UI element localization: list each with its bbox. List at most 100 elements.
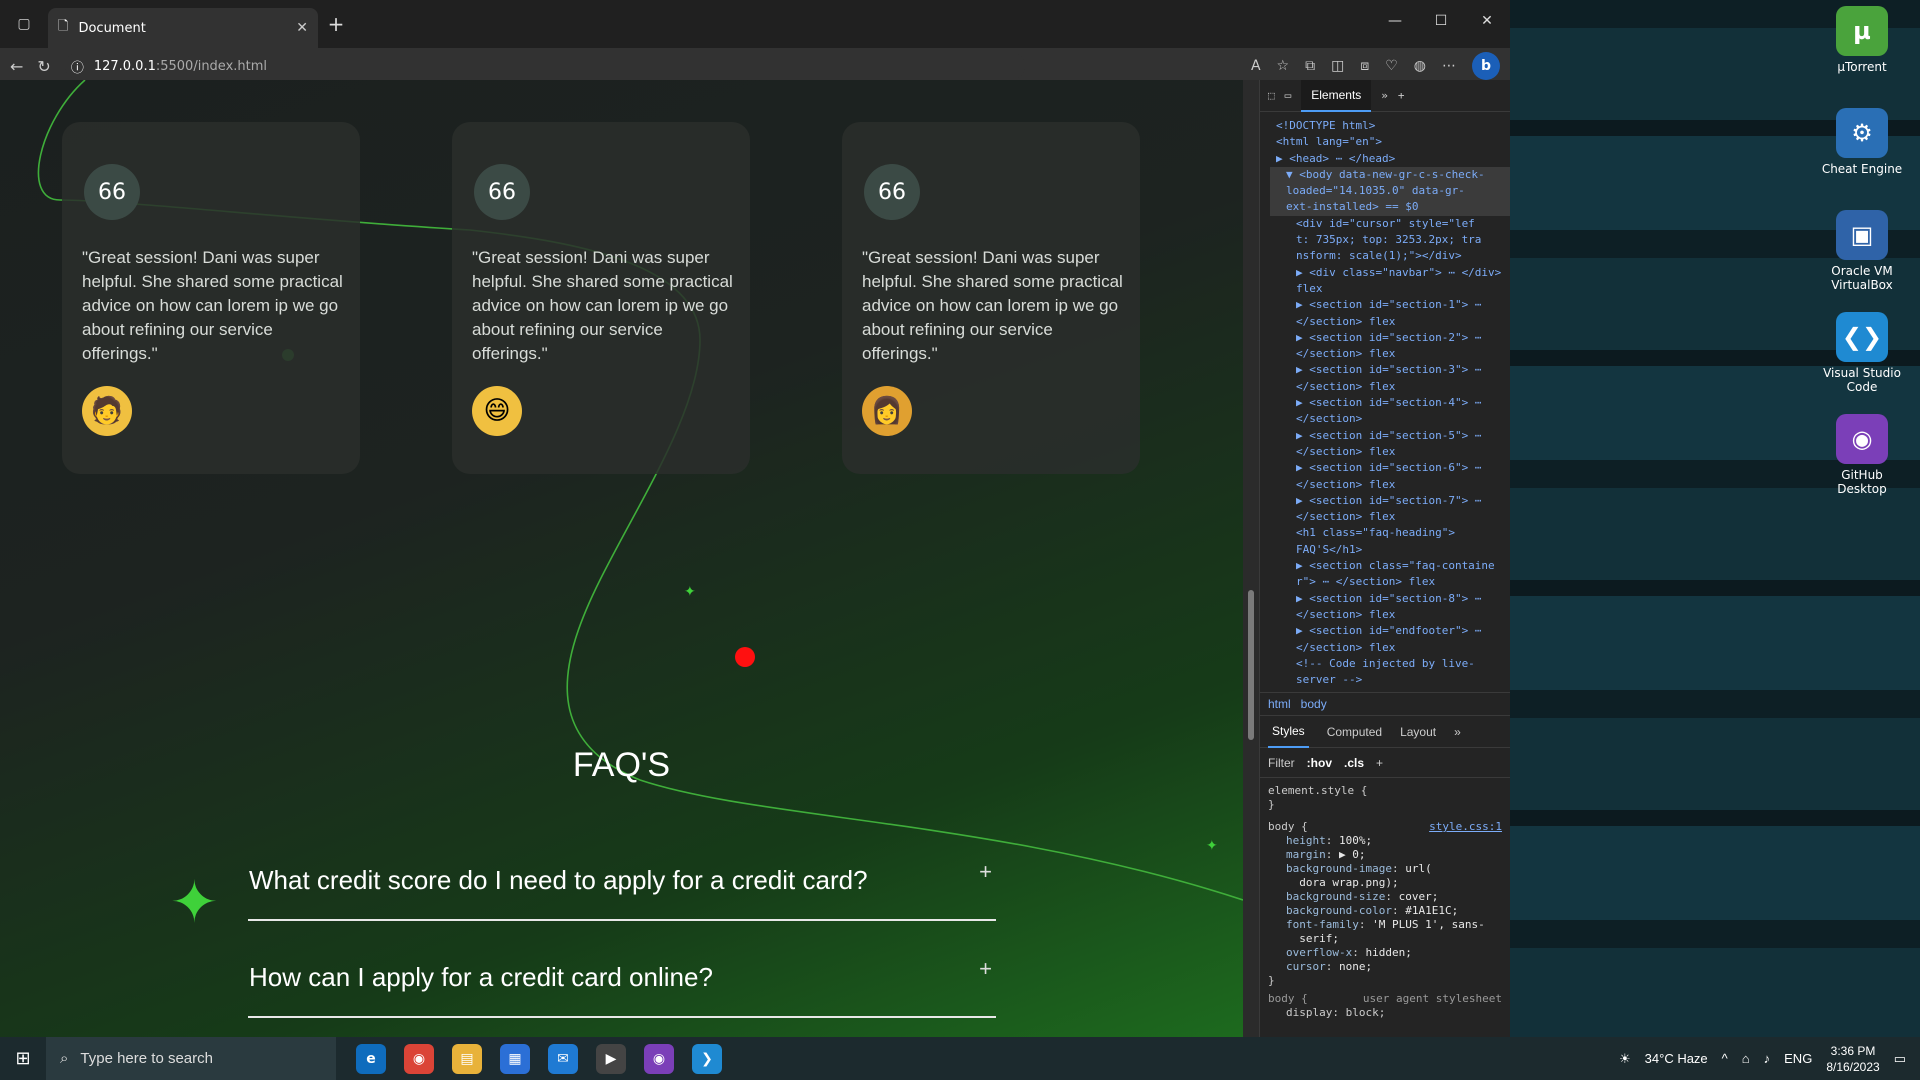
dom-node-line[interactable]: </section> flex: [1270, 379, 1510, 395]
cls-toggle[interactable]: .cls: [1344, 756, 1364, 770]
volume-icon[interactable]: ♪: [1764, 1051, 1771, 1066]
new-tab-button[interactable]: +: [318, 6, 354, 42]
vscode-taskbar-icon[interactable]: ❯: [692, 1043, 722, 1074]
weather-text[interactable]: 34°C Haze: [1645, 1051, 1708, 1066]
clock[interactable]: 3:36 PM 8/16/2023: [1826, 1043, 1879, 1075]
file-explorer-icon[interactable]: ▤: [452, 1043, 482, 1074]
add-tab-icon[interactable]: +: [1398, 89, 1405, 102]
chrome-icon[interactable]: ◉: [404, 1043, 434, 1074]
desktop-shortcut[interactable]: ❮❯ Visual Studio Code: [1818, 312, 1906, 406]
css-property[interactable]: background-color: #1A1E1C;: [1268, 904, 1502, 918]
more-panels-icon[interactable]: »: [1454, 725, 1461, 739]
dom-node-line[interactable]: </section> flex: [1270, 346, 1510, 362]
dom-node-line[interactable]: ext-installed> == $0: [1270, 199, 1510, 216]
dom-node-line[interactable]: r"> ⋯ </section> flex: [1270, 574, 1510, 590]
dom-node-line[interactable]: t: 735px; top: 3253.2px; tra: [1270, 232, 1510, 248]
scrollbar-thumb[interactable]: [1248, 590, 1254, 740]
dom-node-line[interactable]: server -->: [1270, 672, 1510, 688]
hov-toggle[interactable]: :hov: [1307, 756, 1332, 770]
dom-node-line[interactable]: ▶ <section id="section-6"> ⋯: [1270, 460, 1510, 476]
tab-layout[interactable]: Layout: [1400, 725, 1436, 739]
dom-node-line[interactable]: ▶ <section id="section-3"> ⋯: [1270, 362, 1510, 378]
profile-icon[interactable]: ◍: [1414, 58, 1426, 74]
dom-node-line[interactable]: ▼ <body data-new-gr-c-s-check-: [1270, 166, 1510, 184]
dom-node-line[interactable]: </section> flex: [1270, 314, 1510, 330]
dom-node-line[interactable]: <div id="cursor" style="lef: [1270, 216, 1510, 232]
dom-node-line[interactable]: <!-- Code injected by live-: [1270, 656, 1510, 672]
dom-node-line[interactable]: <h1 class="faq-heading">: [1270, 525, 1510, 541]
css-property[interactable]: background-size: cover;: [1268, 890, 1502, 904]
crumb-html[interactable]: html: [1268, 697, 1291, 711]
desktop-shortcut[interactable]: µ µTorrent: [1818, 6, 1906, 100]
split-screen-icon[interactable]: ◫: [1331, 58, 1344, 74]
favorite-star-icon[interactable]: ☆: [1277, 58, 1290, 74]
mail-icon[interactable]: ✉: [548, 1043, 578, 1074]
dom-node-line[interactable]: </section> flex: [1270, 607, 1510, 623]
dom-node-line[interactable]: flex: [1270, 281, 1510, 297]
css-property[interactable]: overflow-x: hidden;: [1268, 946, 1502, 960]
taskbar-search[interactable]: ⌕ Type here to search: [46, 1037, 336, 1080]
tab-styles[interactable]: Styles: [1268, 716, 1309, 748]
faq-item[interactable]: How can I apply for a credit card online…: [248, 956, 996, 1018]
css-property[interactable]: height: 100%;: [1268, 834, 1502, 848]
github-desktop-taskbar-icon[interactable]: ◉: [644, 1043, 674, 1074]
faq-item[interactable]: What credit score do I need to apply for…: [248, 859, 996, 921]
dom-node-line[interactable]: </section> flex: [1270, 477, 1510, 493]
dom-node-line[interactable]: ▶ <section id="section-4"> ⋯: [1270, 395, 1510, 411]
expand-icon[interactable]: +: [979, 956, 992, 982]
dom-node-line[interactable]: nsform: scale(1);"></div>: [1270, 248, 1510, 264]
tab-actions-icon[interactable]: ▢: [0, 0, 48, 48]
dom-node-line[interactable]: </section> flex: [1270, 444, 1510, 460]
browser-tab[interactable]: 🗋 Document ✕: [48, 8, 318, 48]
filter-input[interactable]: Filter: [1268, 756, 1295, 770]
bing-icon[interactable]: b: [1472, 52, 1500, 80]
expand-icon[interactable]: +: [979, 859, 992, 885]
css-property[interactable]: cursor: none;: [1268, 960, 1502, 974]
css-property[interactable]: dora wrap.png);: [1268, 876, 1502, 890]
minimize-icon[interactable]: —: [1372, 0, 1418, 42]
back-icon[interactable]: ←: [10, 57, 23, 76]
dom-tree[interactable]: <!DOCTYPE html> <html lang="en"> ▶ <head> …: [1260, 112, 1510, 692]
refresh-icon[interactable]: ↻: [37, 57, 50, 76]
desktop-shortcut[interactable]: ◉ GitHub Desktop: [1818, 414, 1906, 508]
dom-node-line[interactable]: ▶ <section id="section-1"> ⋯: [1270, 297, 1510, 313]
info-icon[interactable]: ⓘ: [71, 57, 84, 76]
extensions-icon[interactable]: ⧉: [1305, 58, 1315, 74]
language-indicator[interactable]: ENG: [1784, 1051, 1812, 1066]
dom-node-line[interactable]: ▶ <head> ⋯ </head>: [1270, 151, 1510, 167]
weather-icon[interactable]: ☀: [1619, 1051, 1631, 1067]
close-tab-icon[interactable]: ✕: [296, 20, 308, 36]
store-icon[interactable]: ▦: [500, 1043, 530, 1074]
dom-node-line[interactable]: </section>: [1270, 411, 1510, 427]
dom-node-line[interactable]: <html lang="en">: [1270, 134, 1510, 150]
network-icon[interactable]: ⌂: [1742, 1051, 1750, 1066]
desktop-shortcut[interactable]: ⚙ Cheat Engine: [1818, 108, 1906, 202]
more-tabs-icon[interactable]: »: [1381, 89, 1388, 102]
url-field[interactable]: ⓘ 127.0.0.1:5500/index.html: [64, 52, 1025, 80]
dom-node-line[interactable]: ▶ <section id="section-2"> ⋯: [1270, 330, 1510, 346]
crumb-body[interactable]: body: [1301, 697, 1327, 711]
dom-node-line[interactable]: ▶ <section id="endfooter"> ⋯: [1270, 623, 1510, 639]
maximize-icon[interactable]: ☐: [1418, 0, 1464, 42]
css-property[interactable]: serif;: [1268, 932, 1502, 946]
media-player-icon[interactable]: ▶: [596, 1043, 626, 1074]
desktop-shortcut[interactable]: ▣ Oracle VM VirtualBox: [1818, 210, 1906, 304]
close-window-icon[interactable]: ✕: [1464, 0, 1510, 42]
dom-node-line[interactable]: <!DOCTYPE html>: [1270, 118, 1510, 134]
collections-icon[interactable]: ⧈: [1360, 58, 1369, 74]
inspect-icon[interactable]: ⬚: [1268, 89, 1275, 102]
css-property[interactable]: font-family: 'M PLUS 1', sans-: [1268, 918, 1502, 932]
page-scrollbar[interactable]: [1243, 80, 1259, 1037]
dom-node-line[interactable]: ▶ <section id="section-8"> ⋯: [1270, 591, 1510, 607]
dom-node-line[interactable]: loaded="14.1035.0" data-gr-: [1270, 183, 1510, 200]
dom-node-line[interactable]: </section> flex: [1270, 640, 1510, 656]
css-property[interactable]: margin: ▶ 0;: [1268, 848, 1502, 862]
read-aloud-icon[interactable]: A: [1251, 58, 1261, 74]
more-options-icon[interactable]: ⋯: [1442, 58, 1456, 74]
css-property[interactable]: background-image: url(: [1268, 862, 1502, 876]
tray-chevron-icon[interactable]: ^: [1722, 1051, 1728, 1066]
dom-node-line[interactable]: ▶ <section id="section-7"> ⋯: [1270, 493, 1510, 509]
windows-start-icon[interactable]: ⊞: [0, 1037, 46, 1080]
dom-node-line[interactable]: </section> flex: [1270, 509, 1510, 525]
dom-node-line[interactable]: ▶ <section class="faq-containe: [1270, 558, 1510, 574]
